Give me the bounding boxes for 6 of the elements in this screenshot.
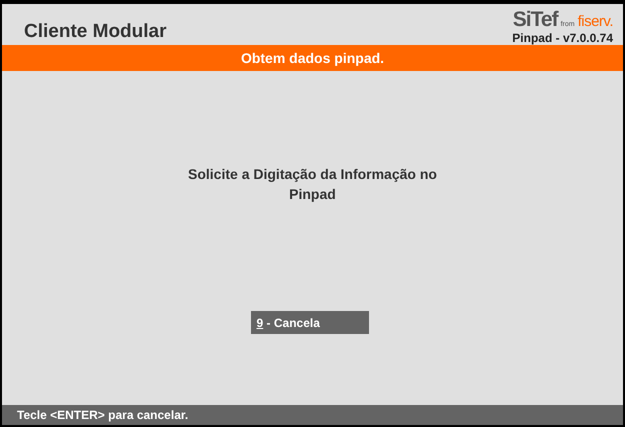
app-title: Cliente Modular	[24, 21, 167, 43]
prompt-message: Solicite a Digitação da Informação no Pinpad	[187, 165, 438, 204]
version-label: Pinpad - v7.0.0.74	[512, 31, 613, 45]
cancel-button[interactable]: 9 - Cancela	[250, 311, 368, 334]
status-banner: Obtem dados pinpad.	[2, 45, 623, 71]
status-bar: Tecle <ENTER> para cancelar.	[2, 405, 623, 425]
